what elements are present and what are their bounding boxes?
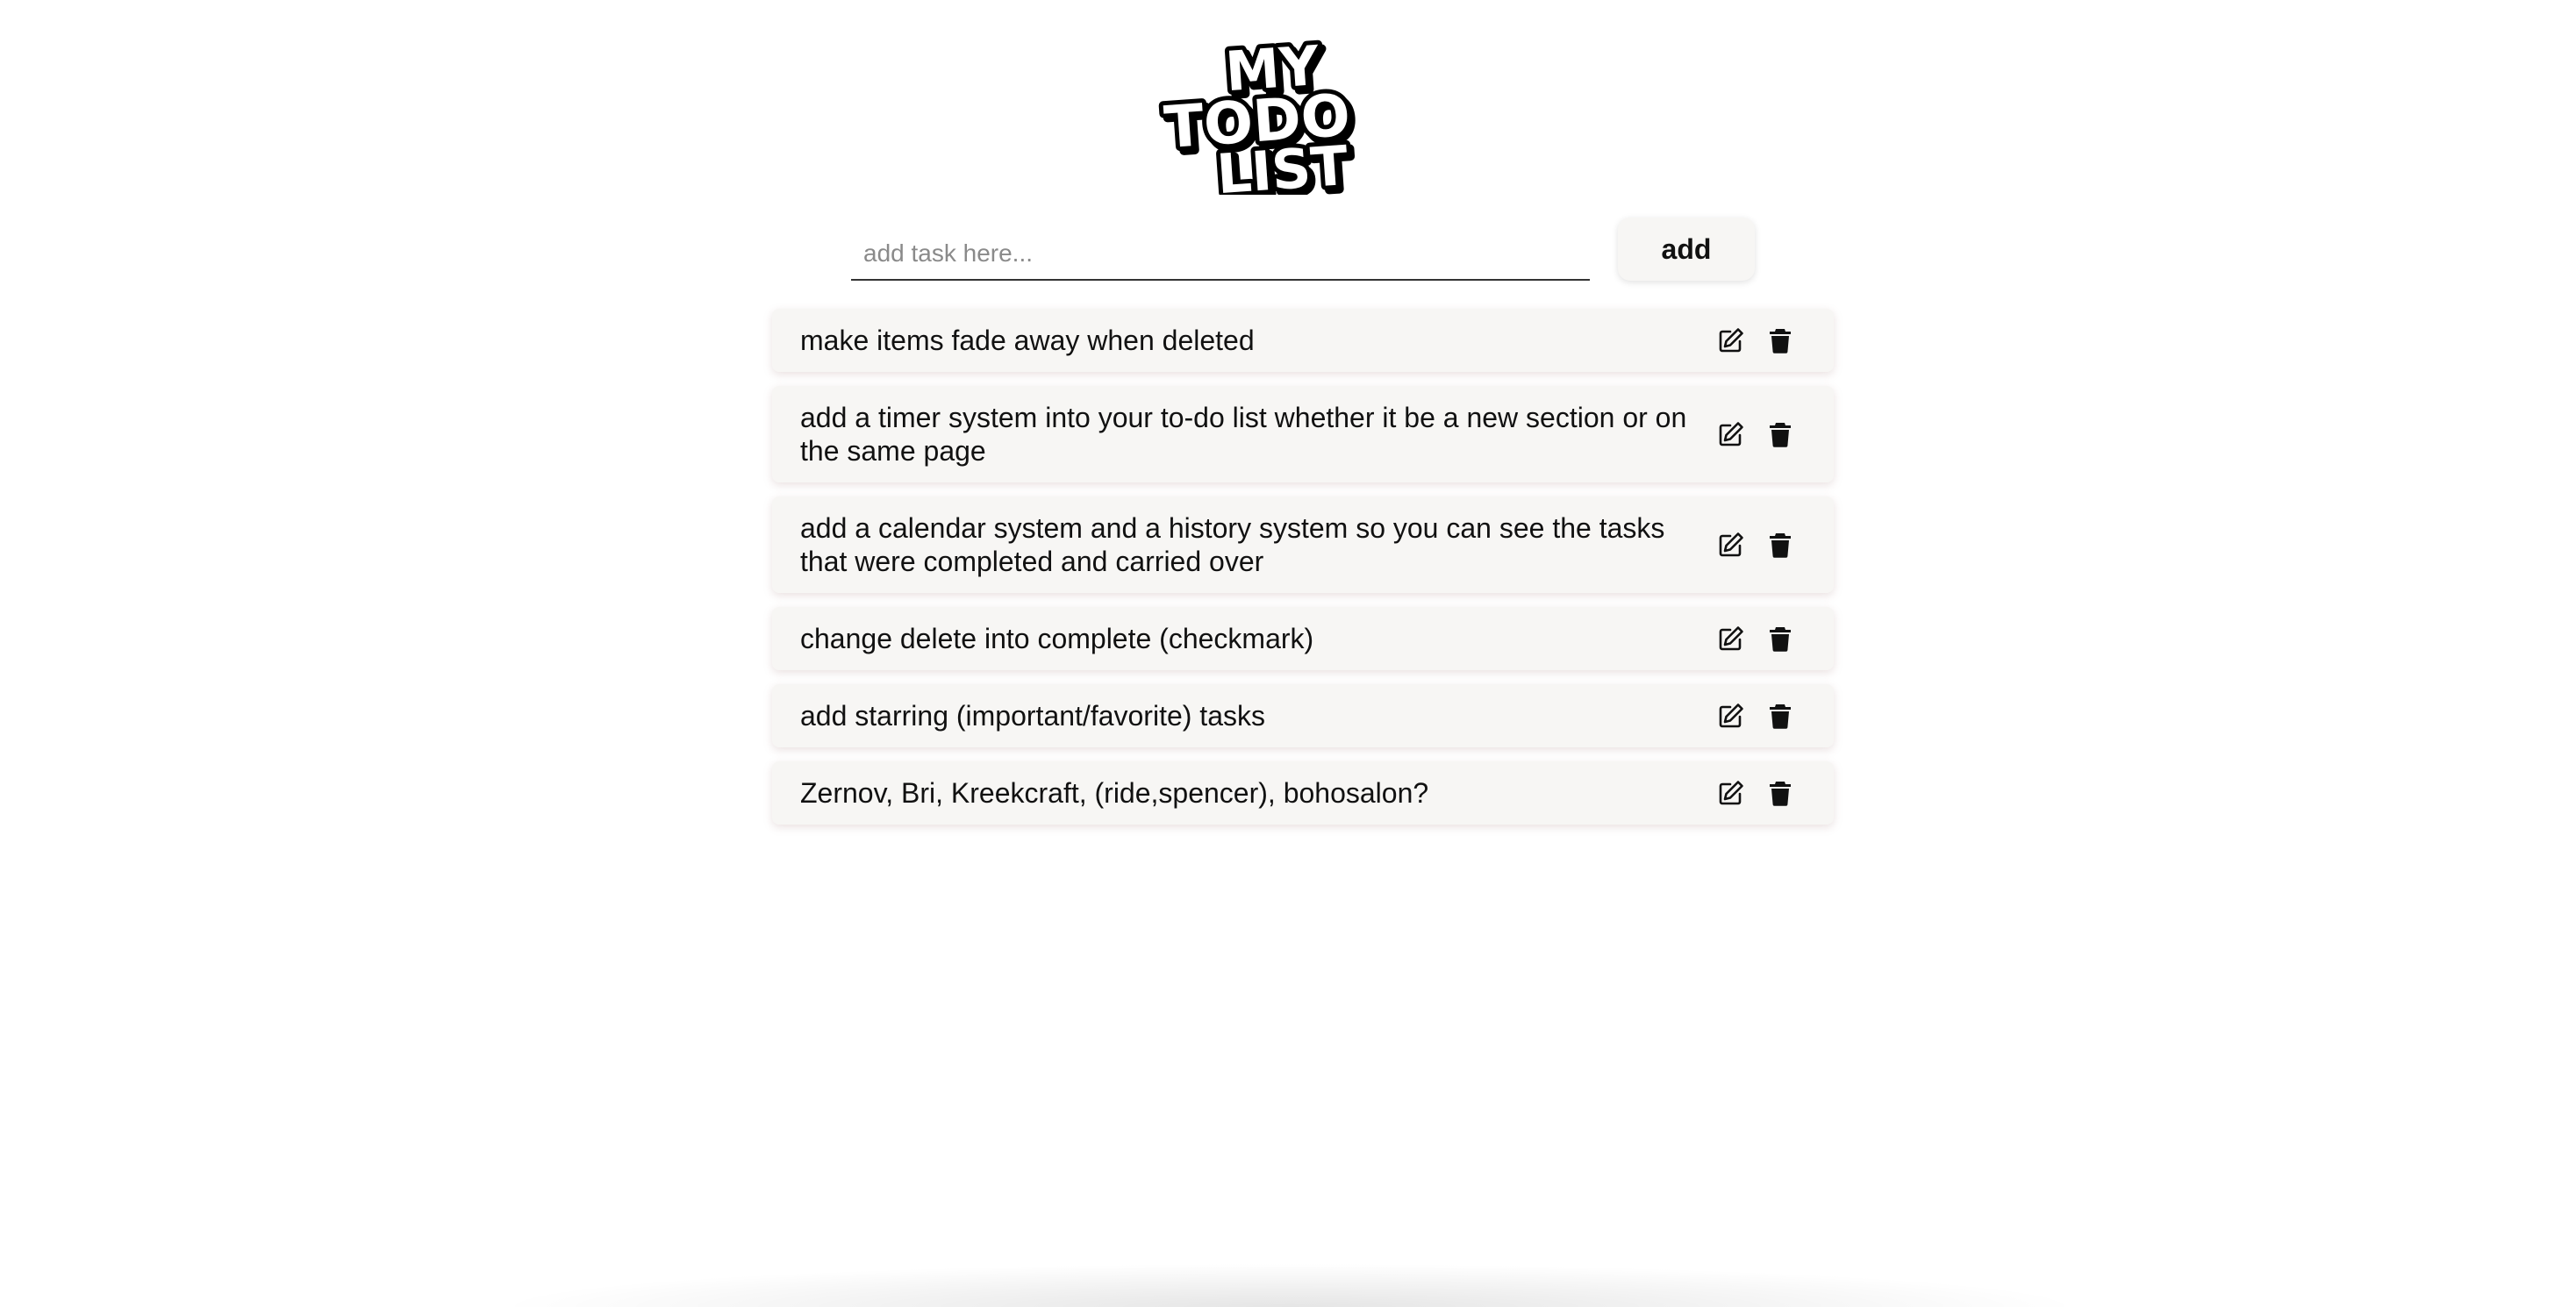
task-actions (1716, 419, 1795, 449)
app-logo: MY MY TODO TODO LIST LIST (1158, 23, 1430, 195)
edit-icon[interactable] (1716, 530, 1746, 560)
task-item: add a timer system into your to-do list … (772, 386, 1834, 482)
task-item: make items fade away when deleted (772, 309, 1834, 372)
task-input[interactable] (851, 228, 1590, 281)
task-actions (1716, 701, 1795, 731)
add-button[interactable]: add (1618, 218, 1755, 281)
trash-icon[interactable] (1765, 325, 1795, 355)
trash-icon[interactable] (1765, 419, 1795, 449)
task-text: make items fade away when deleted (800, 325, 1255, 356)
trash-icon[interactable] (1765, 624, 1795, 654)
edit-icon[interactable] (1716, 701, 1746, 731)
svg-text:LIST: LIST (1214, 133, 1349, 195)
task-text: add a timer system into your to-do list … (800, 402, 1687, 467)
task-actions (1716, 778, 1795, 808)
trash-icon[interactable] (1765, 778, 1795, 808)
task-actions (1716, 530, 1795, 560)
trash-icon[interactable] (1765, 701, 1795, 731)
task-item: add a calendar system and a history syst… (772, 496, 1834, 593)
task-text: change delete into complete (checkmark) (800, 623, 1314, 654)
task-item: Zernov, Bri, Kreekcraft, (ride,spencer),… (772, 761, 1834, 825)
trash-icon[interactable] (1765, 530, 1795, 560)
add-task-row: add (851, 218, 1755, 286)
task-text: Zernov, Bri, Kreekcraft, (ride,spencer),… (800, 777, 1429, 809)
task-list: make items fade away when deleted add a … (772, 309, 1834, 839)
task-item: add starring (important/favorite) tasks (772, 684, 1834, 747)
task-item: change delete into complete (checkmark) (772, 607, 1834, 670)
edit-icon[interactable] (1716, 778, 1746, 808)
task-text: add a calendar system and a history syst… (800, 512, 1665, 577)
task-actions (1716, 325, 1795, 355)
task-actions (1716, 624, 1795, 654)
task-text: add starring (important/favorite) tasks (800, 700, 1265, 732)
edit-icon[interactable] (1716, 624, 1746, 654)
todo-app: MY MY TODO TODO LIST LIST add make items… (0, 0, 2576, 1307)
edit-icon[interactable] (1716, 419, 1746, 449)
edit-icon[interactable] (1716, 325, 1746, 355)
bottom-shadow (491, 1263, 2088, 1307)
